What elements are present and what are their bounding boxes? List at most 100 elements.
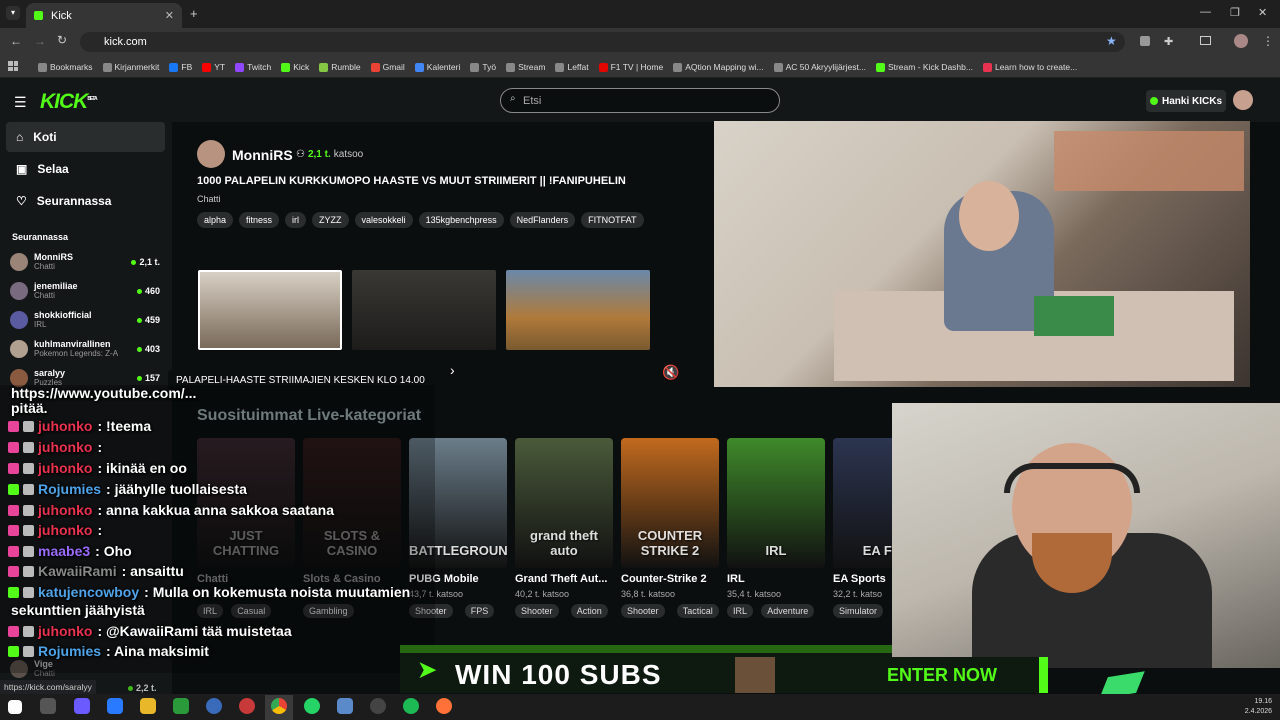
spotify-icon[interactable]: [403, 698, 419, 714]
excel-icon[interactable]: [173, 698, 189, 714]
bookmark-item[interactable]: FB: [169, 62, 192, 72]
category-name[interactable]: EA Sports: [833, 573, 886, 585]
bookmark-item[interactable]: Kick: [281, 62, 309, 72]
following-item[interactable]: jenemiliae Chatti 460: [10, 277, 160, 305]
category-name[interactable]: IRL: [727, 573, 745, 585]
bookmark-item[interactable]: Rumble: [319, 62, 361, 72]
chat-username[interactable]: juhonko: [38, 623, 92, 639]
following-item[interactable]: MonniRS Chatti 2,1 t.: [10, 248, 160, 276]
category-card[interactable]: COUNTER STRIKE 2: [621, 438, 719, 568]
bookmark-item[interactable]: YT: [202, 62, 225, 72]
user-avatar[interactable]: [1233, 90, 1253, 110]
cast-icon[interactable]: [1200, 36, 1211, 45]
category-card[interactable]: grand theft auto: [515, 438, 613, 568]
stream-video-player[interactable]: [714, 121, 1250, 387]
bookmark-item[interactable]: Stream: [506, 62, 545, 72]
close-window-icon[interactable]: ✕: [1258, 6, 1267, 19]
bookmark-item[interactable]: Kalenteri: [414, 62, 460, 72]
category-tag[interactable]: Simulator: [833, 604, 884, 618]
whatsapp-icon[interactable]: [304, 698, 320, 714]
streamer-avatar[interactable]: [197, 140, 225, 168]
tab-search-icon[interactable]: ▾: [6, 6, 20, 20]
app-icon[interactable]: [206, 698, 222, 714]
task-view-icon[interactable]: [40, 698, 56, 714]
stream-tag[interactable]: NedFlanders: [509, 212, 576, 228]
streamer-name[interactable]: MonniRS: [232, 147, 293, 163]
restore-icon[interactable]: ❐: [1230, 6, 1240, 19]
carousel-thumbnail[interactable]: [198, 270, 342, 350]
bookmark-item[interactable]: Twitch: [235, 62, 271, 72]
stream-tag[interactable]: ZYZZ: [312, 212, 349, 228]
stream-tag[interactable]: FITNOTFAT: [581, 212, 644, 228]
chat-username[interactable]: juhonko: [38, 418, 92, 434]
browser-tab-kick[interactable]: Kick ✕: [26, 3, 182, 28]
stream-tag[interactable]: 135kgbenchpress: [418, 212, 504, 228]
bookmark-item[interactable]: Leffat: [555, 62, 589, 72]
chat-username[interactable]: KawaiiRami: [38, 563, 117, 579]
browser-menu-icon[interactable]: ⋮: [1262, 34, 1274, 48]
chat-username[interactable]: maabe3: [38, 543, 90, 559]
app-icon[interactable]: [370, 698, 386, 714]
category-tag[interactable]: Shooter: [515, 604, 559, 618]
stream-tag[interactable]: alpha: [197, 212, 234, 228]
bookmark-item[interactable]: Gmail: [370, 62, 405, 72]
chat-username[interactable]: juhonko: [38, 460, 92, 476]
app-icon[interactable]: [107, 698, 123, 714]
following-item[interactable]: kuhlmanvirallinen Pokemon Legends: Z-A 403: [10, 335, 160, 363]
chat-username[interactable]: katujencowboy: [38, 584, 139, 600]
bookmark-item[interactable]: AC 50 Akryylijärjest...: [773, 62, 866, 72]
category-tag[interactable]: IRL: [727, 604, 754, 618]
chat-username[interactable]: juhonko: [38, 439, 92, 455]
chrome-icon[interactable]: [271, 698, 287, 714]
app-icon[interactable]: [337, 698, 353, 714]
bookmark-item[interactable]: AQtion Mapping wi...: [673, 62, 764, 72]
reload-icon[interactable]: ↻: [57, 33, 67, 47]
bookmark-item[interactable]: Stream - Kick Dashb...: [875, 62, 973, 72]
address-bar[interactable]: kick.com: [80, 32, 1125, 52]
carousel-thumbnail[interactable]: [352, 270, 496, 350]
category-name[interactable]: Counter-Strike 2: [621, 573, 707, 585]
new-tab-icon[interactable]: +: [190, 6, 198, 21]
app-icon[interactable]: [74, 698, 90, 714]
bookmark-star-icon[interactable]: ★: [1106, 34, 1117, 48]
chat-username[interactable]: juhonko: [38, 502, 92, 518]
category-tag[interactable]: FPS: [464, 604, 495, 618]
chat-username[interactable]: Rojumies: [38, 481, 101, 497]
system-clock[interactable]: 19.16 2.4.2026: [1240, 697, 1272, 717]
category-tag[interactable]: Adventure: [761, 604, 815, 618]
bookmark-item[interactable]: Learn how to create...: [982, 62, 1077, 72]
extension-shield-icon[interactable]: [1140, 36, 1150, 46]
back-icon[interactable]: ←: [10, 34, 22, 48]
nav-following[interactable]: ♡ Seurannassa: [6, 186, 165, 216]
category-tag[interactable]: Shooter: [621, 604, 665, 618]
kick-logo[interactable]: KICKBETA: [40, 90, 98, 114]
category-tag[interactable]: Tactical: [676, 604, 719, 618]
carousel-thumbnail[interactable]: [506, 270, 650, 350]
extensions-icon[interactable]: ✚: [1164, 35, 1173, 48]
mute-icon[interactable]: 🔇: [662, 364, 679, 381]
category-name[interactable]: Grand Theft Aut...: [515, 573, 607, 585]
profile-avatar[interactable]: [1234, 34, 1248, 48]
stream-tag[interactable]: fitness: [239, 212, 280, 228]
minimize-icon[interactable]: —: [1200, 6, 1211, 18]
bookmark-item[interactable]: F1 TV | Home: [598, 62, 663, 72]
nav-browse[interactable]: ▣ Selaa: [6, 154, 165, 184]
stream-tag[interactable]: valesokkeli: [354, 212, 413, 228]
carousel-next-icon[interactable]: ›: [450, 362, 455, 378]
hamburger-menu-icon[interactable]: ☰: [14, 94, 27, 111]
get-kicks-button[interactable]: Hanki KICKs: [1146, 90, 1226, 112]
search-input[interactable]: ⌕ Etsi: [500, 88, 780, 113]
nav-home[interactable]: ⌂ Koti: [6, 122, 165, 152]
ad-cta-button[interactable]: ENTER NOW: [887, 665, 997, 686]
stream-category[interactable]: Chatti: [197, 194, 221, 204]
chat-username[interactable]: juhonko: [38, 522, 92, 538]
stream-tag[interactable]: irl: [285, 212, 307, 228]
app-icon[interactable]: [239, 698, 255, 714]
firefox-icon[interactable]: [436, 698, 452, 714]
stream-title[interactable]: 1000 PALAPELIN KURKKUMOPO HAASTE VS MUUT…: [197, 175, 626, 187]
bookmark-item[interactable]: Työ: [470, 62, 496, 72]
category-card[interactable]: IRL: [727, 438, 825, 568]
close-tab-icon[interactable]: ✕: [165, 9, 174, 22]
following-item[interactable]: shokkiofficial IRL 459: [10, 306, 160, 334]
category-tag[interactable]: Action: [570, 604, 608, 618]
